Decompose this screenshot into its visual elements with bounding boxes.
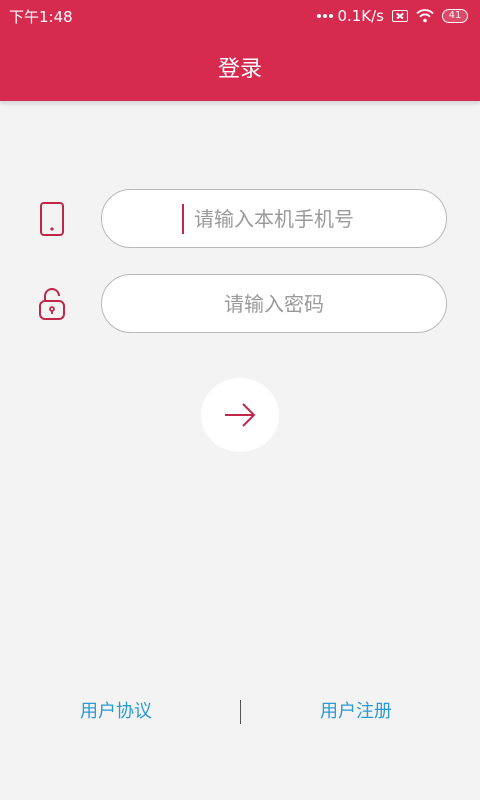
- login-submit-button[interactable]: [201, 378, 279, 452]
- app-bar: 登录: [0, 32, 480, 101]
- network-speed-value: 0.1K/s: [337, 7, 384, 25]
- text-cursor: [182, 204, 184, 234]
- phone-field[interactable]: [101, 189, 447, 248]
- arrow-right-icon: [225, 403, 256, 427]
- user-agreement-link[interactable]: 用户协议: [80, 690, 152, 734]
- unlock-icon: [30, 282, 74, 326]
- phone-input[interactable]: [127, 205, 421, 232]
- phone-icon: [30, 197, 74, 241]
- no-sim-icon: [392, 10, 408, 22]
- footer-divider: [240, 700, 241, 724]
- network-speed: 0.1K/s: [317, 7, 384, 25]
- password-input[interactable]: [127, 290, 421, 317]
- footer-links: 用户协议 用户注册: [0, 690, 480, 734]
- user-register-link[interactable]: 用户注册: [320, 690, 392, 734]
- status-indicators: 0.1K/s 41: [317, 7, 468, 25]
- login-screen: 下午1:48 0.1K/s 41 登录 请输入本机手机号 用户协议 用户注册: [0, 0, 480, 800]
- status-bar: 下午1:48 0.1K/s 41: [0, 0, 480, 32]
- network-activity-icon: [317, 14, 334, 18]
- password-field[interactable]: [101, 274, 447, 333]
- wifi-icon: [416, 9, 434, 23]
- battery-indicator: 41: [442, 9, 468, 23]
- status-time: 下午1:48: [9, 7, 73, 26]
- page-title: 登录: [217, 56, 262, 82]
